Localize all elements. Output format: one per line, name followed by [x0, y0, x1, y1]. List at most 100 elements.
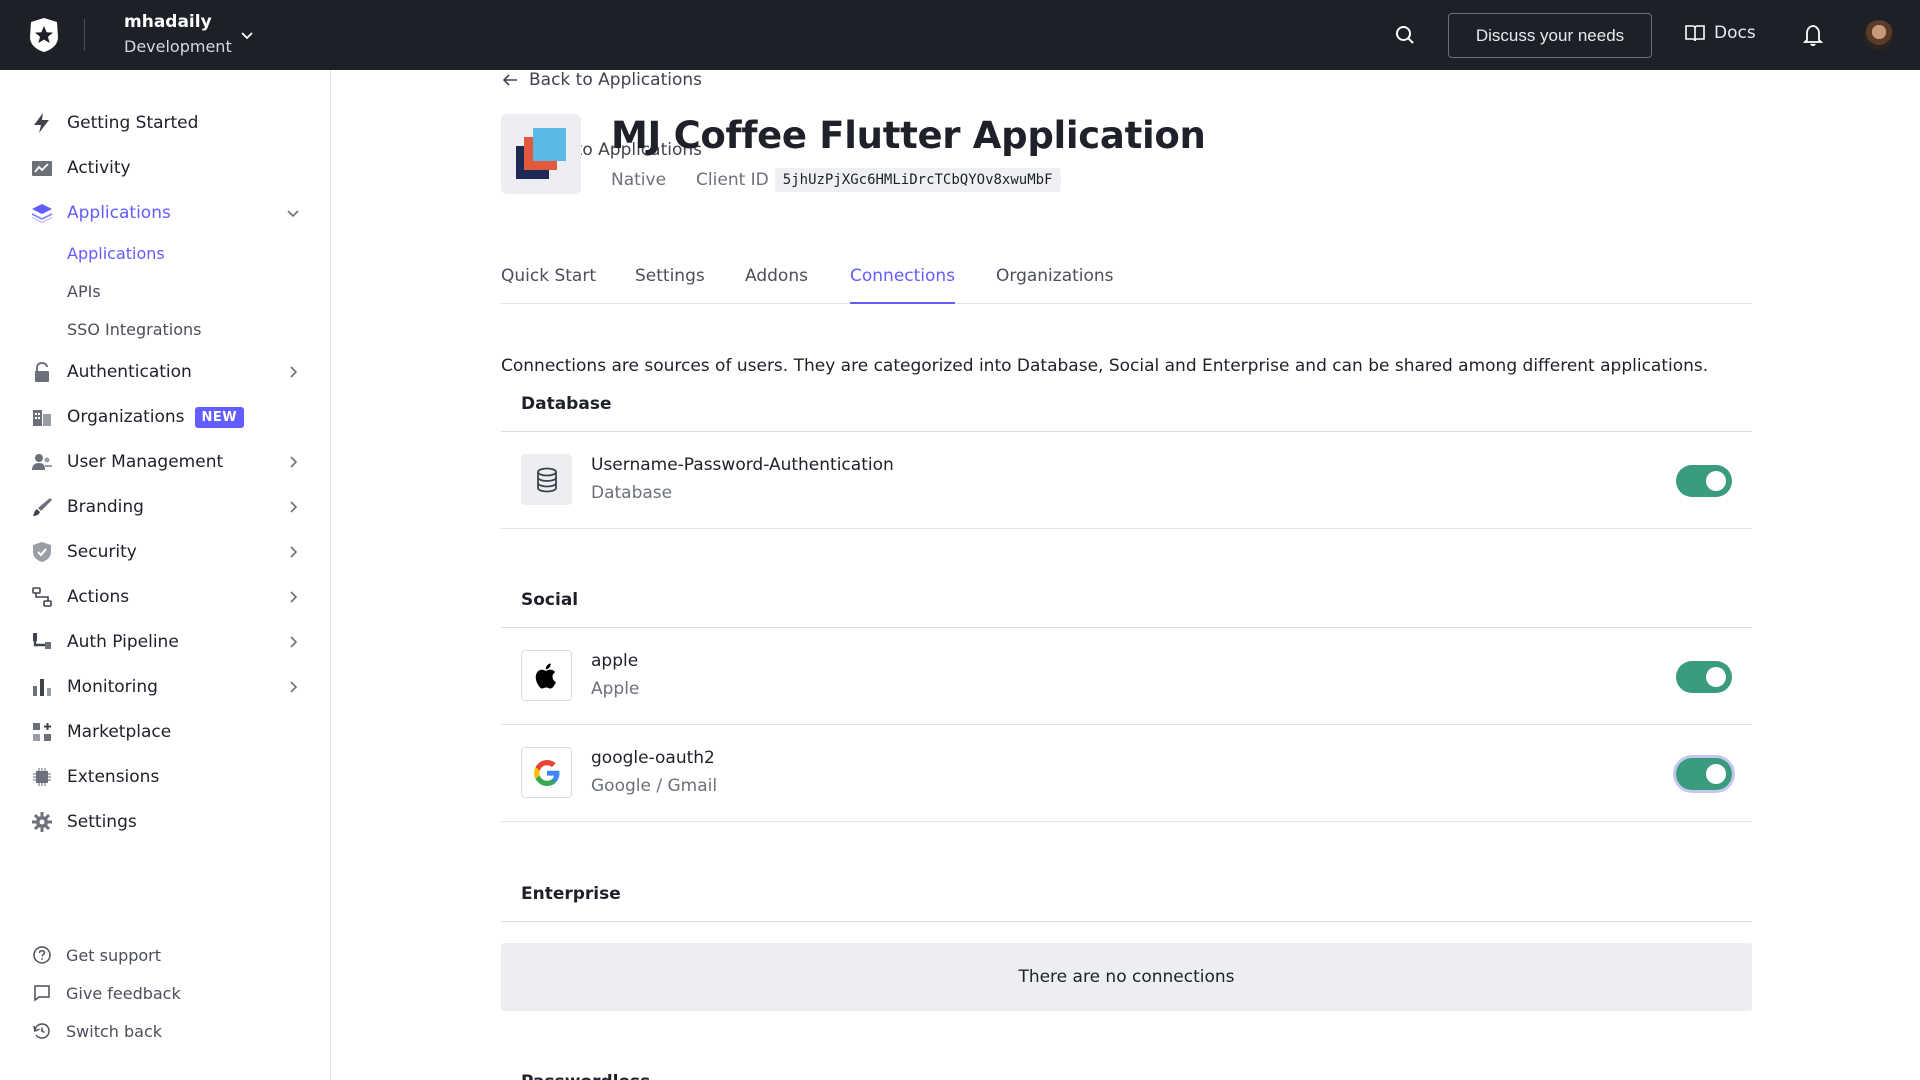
- history-icon: [33, 1023, 50, 1039]
- sidebar-item-organizations[interactable]: Organizations NEW: [30, 399, 302, 435]
- tenant-environment: Development: [124, 37, 232, 56]
- empty-connections-message: There are no connections: [501, 943, 1752, 1011]
- sidebar-item-label: Activity: [67, 158, 131, 178]
- sidebar-item-applications[interactable]: Applications: [30, 195, 302, 231]
- connection-name: Username-Password-Authentication: [591, 455, 894, 475]
- apple-icon: [521, 650, 572, 701]
- pipeline-icon: [30, 630, 54, 654]
- connection-row: apple Apple: [501, 628, 1752, 725]
- activity-chart-icon: [30, 156, 54, 180]
- sidebar-item-marketplace[interactable]: Marketplace: [30, 714, 302, 750]
- sidebar-item-label: Auth Pipeline: [67, 632, 179, 652]
- give-feedback-label: Give feedback: [66, 983, 181, 1003]
- chevron-right-icon: [290, 546, 298, 558]
- section-title-database: Database: [521, 394, 612, 414]
- connection-name: apple: [591, 651, 639, 671]
- tab-quick-start[interactable]: Quick Start: [501, 262, 596, 304]
- tab-addons[interactable]: Addons: [745, 262, 808, 304]
- tab-connections[interactable]: Connections: [850, 262, 956, 304]
- sidebar-item-extensions[interactable]: Extensions: [30, 759, 302, 795]
- connection-name: google-oauth2: [591, 748, 715, 768]
- application-tabs: Quick Start Settings Addons Connections …: [501, 262, 1752, 304]
- sidebar-item-getting-started[interactable]: Getting Started: [30, 105, 302, 141]
- chevron-down-icon[interactable]: [238, 26, 256, 44]
- sidebar-item-authentication[interactable]: Authentication: [30, 354, 302, 390]
- message-icon: [34, 985, 50, 1002]
- book-icon: [1685, 25, 1705, 42]
- sidebar-item-activity[interactable]: Activity: [30, 150, 302, 186]
- tenant-switcher[interactable]: mhadaily Development: [124, 10, 232, 60]
- chip-icon: [30, 765, 54, 789]
- tab-settings[interactable]: Settings: [635, 262, 705, 304]
- connection-type: Database: [591, 483, 673, 503]
- switch-back-link[interactable]: Switch back: [32, 1018, 162, 1044]
- sidebar-subitem-apis[interactable]: APIs: [67, 280, 101, 304]
- chevron-right-icon: [290, 681, 298, 693]
- connections-description: Connections are sources of users. They a…: [501, 356, 1709, 376]
- sidebar-item-label: Marketplace: [67, 722, 172, 742]
- sidebar-item-label: Getting Started: [67, 113, 199, 133]
- application-icon: [501, 114, 581, 194]
- bolt-icon: [30, 111, 54, 135]
- database-icon: [521, 454, 572, 505]
- gear-icon: [30, 810, 54, 834]
- sidebar-item-monitoring[interactable]: Monitoring: [30, 669, 302, 705]
- chevron-right-icon: [290, 636, 298, 648]
- tab-organizations[interactable]: Organizations: [996, 262, 1114, 304]
- sidebar-item-settings[interactable]: Settings: [30, 804, 302, 840]
- new-badge: NEW: [194, 406, 245, 428]
- bell-icon[interactable]: [1802, 23, 1824, 47]
- sidebar-item-label: User Management: [67, 452, 224, 472]
- client-id-value[interactable]: 5jhUzPjXGc6HMLiDrcTCbQYOv8xwuMbF: [774, 168, 1061, 192]
- sidebar-item-label: Applications: [67, 203, 171, 223]
- help-circle-icon: [33, 946, 51, 964]
- connection-toggle[interactable]: [1676, 661, 1732, 693]
- connection-toggle[interactable]: [1676, 758, 1732, 790]
- client-id-label: Client ID: [696, 170, 769, 190]
- sidebar-item-label: Extensions: [67, 767, 160, 787]
- auth0-logo-icon[interactable]: [27, 17, 61, 53]
- section-title-enterprise: Enterprise: [521, 884, 621, 904]
- arrow-left-icon: [502, 74, 517, 86]
- grid-plus-icon: [30, 720, 54, 744]
- section-title-social: Social: [521, 590, 579, 610]
- tenant-name: mhadaily: [124, 12, 212, 32]
- shield-icon: [30, 540, 54, 564]
- sidebar-item-auth-pipeline[interactable]: Auth Pipeline: [30, 624, 302, 660]
- bar-chart-icon: [30, 675, 54, 699]
- sidebar-item-label: Actions: [67, 587, 130, 607]
- chevron-up-icon: [287, 210, 299, 218]
- sidebar-item-branding[interactable]: Branding: [30, 489, 302, 525]
- sidebar-item-label: Settings: [67, 812, 137, 832]
- connection-type: Google / Gmail: [591, 776, 718, 796]
- application-type: Native: [611, 170, 667, 190]
- sidebar-subitem-sso-integrations[interactable]: SSO Integrations: [67, 318, 202, 342]
- get-support-link[interactable]: Get support: [32, 942, 161, 968]
- section-divider: [501, 921, 1752, 922]
- get-support-label: Get support: [66, 945, 162, 965]
- connection-toggle[interactable]: [1676, 465, 1732, 497]
- google-icon: [521, 747, 572, 798]
- user-avatar[interactable]: [1864, 20, 1894, 50]
- sidebar-item-label: Organizations: [67, 407, 185, 427]
- sidebar-item-label: Branding: [67, 497, 144, 517]
- actions-flow-icon: [30, 585, 54, 609]
- chevron-right-icon: [290, 591, 298, 603]
- chevron-right-icon: [290, 456, 298, 468]
- application-meta: Native Client ID 5jhUzPjXGc6HMLiDrcTCbQY…: [611, 168, 1061, 192]
- connection-type: Apple: [591, 679, 640, 699]
- connection-row: google-oauth2 Google / Gmail: [501, 725, 1752, 822]
- search-icon[interactable]: [1394, 24, 1416, 46]
- give-feedback-link[interactable]: Give feedback: [32, 980, 181, 1006]
- main-content: Back to Applications: [331, 70, 1920, 1080]
- docs-label: Docs: [1714, 23, 1756, 43]
- back-to-applications-link[interactable]: Back to Applications: [501, 70, 702, 90]
- building-icon: [30, 405, 54, 429]
- sidebar-subitem-applications[interactable]: Applications: [67, 242, 165, 266]
- sidebar-item-actions[interactable]: Actions: [30, 579, 302, 615]
- sidebar-item-security[interactable]: Security: [30, 534, 302, 570]
- sidebar-item-label: Security: [67, 542, 137, 562]
- discuss-your-needs-button[interactable]: Discuss your needs: [1448, 13, 1652, 58]
- sidebar-item-user-management[interactable]: User Management: [30, 444, 302, 480]
- docs-link[interactable]: Docs: [1684, 22, 1756, 44]
